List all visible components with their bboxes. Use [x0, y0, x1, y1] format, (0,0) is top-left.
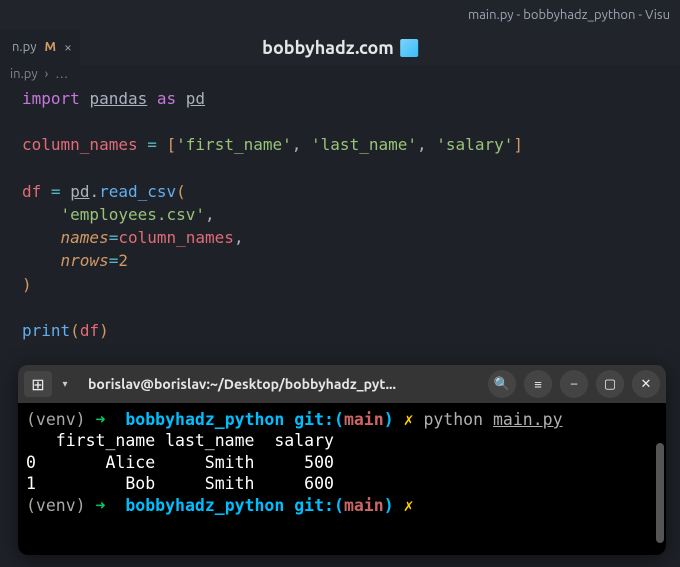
chevron-down-icon: ▾	[62, 378, 67, 390]
new-tab-icon: ⊞	[31, 375, 44, 394]
venv-label: (venv)	[26, 496, 86, 515]
cube-icon	[400, 39, 418, 57]
minimize-icon: –	[571, 377, 577, 391]
alias-pd: pd	[186, 89, 205, 108]
num-2: 2	[118, 251, 128, 270]
prompt-git: git:	[294, 410, 334, 429]
breadcrumb[interactable]: in.py › …	[0, 65, 680, 83]
cmd-python: python	[423, 410, 483, 429]
watermark: bobbyhadz.com	[262, 38, 418, 58]
prompt-branch: main	[344, 496, 384, 515]
tab-dropdown-button[interactable]: ▾	[56, 371, 74, 397]
fn-read-csv: read_csv	[99, 182, 176, 201]
dirty-icon: ✗	[404, 410, 414, 429]
operator-eq: =	[147, 135, 157, 154]
prompt-arrow-icon: ➜	[96, 496, 106, 515]
string-salary: 'salary'	[436, 135, 513, 154]
id-pd: pd	[70, 182, 89, 201]
hamburger-icon: ≡	[534, 377, 542, 392]
dirty-icon: ✗	[404, 496, 414, 515]
terminal-titlebar: ⊞ ▾ borislav@borislav:~/Desktop/bobbyhad…	[18, 365, 666, 403]
fn-print: print	[22, 321, 70, 340]
breadcrumb-more: …	[55, 67, 68, 81]
window-title: main.py - bobbyhadz_python - Visu	[468, 8, 670, 22]
keyword-import: import	[22, 89, 80, 108]
tab-main-py[interactable]: n.py M ×	[0, 30, 80, 65]
prompt-branch: main	[344, 410, 384, 429]
keyword-as: as	[157, 89, 176, 108]
maximize-icon: ▢	[604, 377, 616, 392]
output-header: first_name last_name salary	[26, 431, 334, 450]
minimize-button[interactable]: –	[560, 370, 588, 398]
operator-eq: =	[51, 182, 61, 201]
maximize-button[interactable]: ▢	[596, 370, 624, 398]
var-column-names: column_names	[22, 135, 138, 154]
terminal-title: borislav@borislav:~/Desktop/bobbyhadz_py…	[78, 376, 480, 392]
output-row-0: 0 Alice Smith 500	[26, 453, 334, 472]
var-df: df	[22, 182, 41, 201]
string-last-name: 'last_name'	[311, 135, 417, 154]
string-first-name: 'first_name'	[176, 135, 292, 154]
param-names: names	[61, 228, 109, 247]
chevron-right-icon: ›	[45, 67, 49, 81]
tab-label: n.py	[12, 40, 36, 54]
output-row-1: 1 Bob Smith 600	[26, 474, 334, 493]
search-icon: 🔍	[494, 377, 510, 392]
terminal-window: ⊞ ▾ borislav@borislav:~/Desktop/bobbyhad…	[18, 365, 666, 555]
title-bar: main.py - bobbyhadz_python - Visu	[0, 0, 680, 30]
cmd-file: main.py	[493, 410, 563, 429]
menu-button[interactable]: ≡	[524, 370, 552, 398]
new-tab-button[interactable]: ⊞	[24, 371, 52, 397]
prompt-arrow-icon: ➜	[96, 410, 106, 429]
param-nrows: nrows	[61, 251, 109, 270]
arg-column-names: column_names	[118, 228, 234, 247]
arg-df: df	[80, 321, 99, 340]
tab-modified-indicator: M	[44, 40, 56, 54]
prompt-git: git:	[294, 496, 334, 515]
close-button[interactable]: ✕	[632, 370, 660, 398]
prompt-dir: bobbyhadz_python	[125, 496, 284, 515]
close-icon: ✕	[641, 377, 652, 392]
close-icon[interactable]: ×	[64, 39, 72, 55]
code-editor[interactable]: import pandas as pd column_names = ['fir…	[0, 83, 680, 352]
search-button[interactable]: 🔍	[488, 370, 516, 398]
scrollbar[interactable]	[656, 443, 664, 543]
module-pandas: pandas	[89, 89, 147, 108]
watermark-text: bobbyhadz.com	[262, 38, 394, 58]
prompt-dir: bobbyhadz_python	[125, 410, 284, 429]
string-employees-csv: 'employees.csv'	[61, 205, 206, 224]
terminal-body[interactable]: (venv) ➜ bobbyhadz_python git:(main) ✗ p…	[18, 403, 666, 555]
venv-label: (venv)	[26, 410, 86, 429]
breadcrumb-file: in.py	[10, 67, 38, 81]
